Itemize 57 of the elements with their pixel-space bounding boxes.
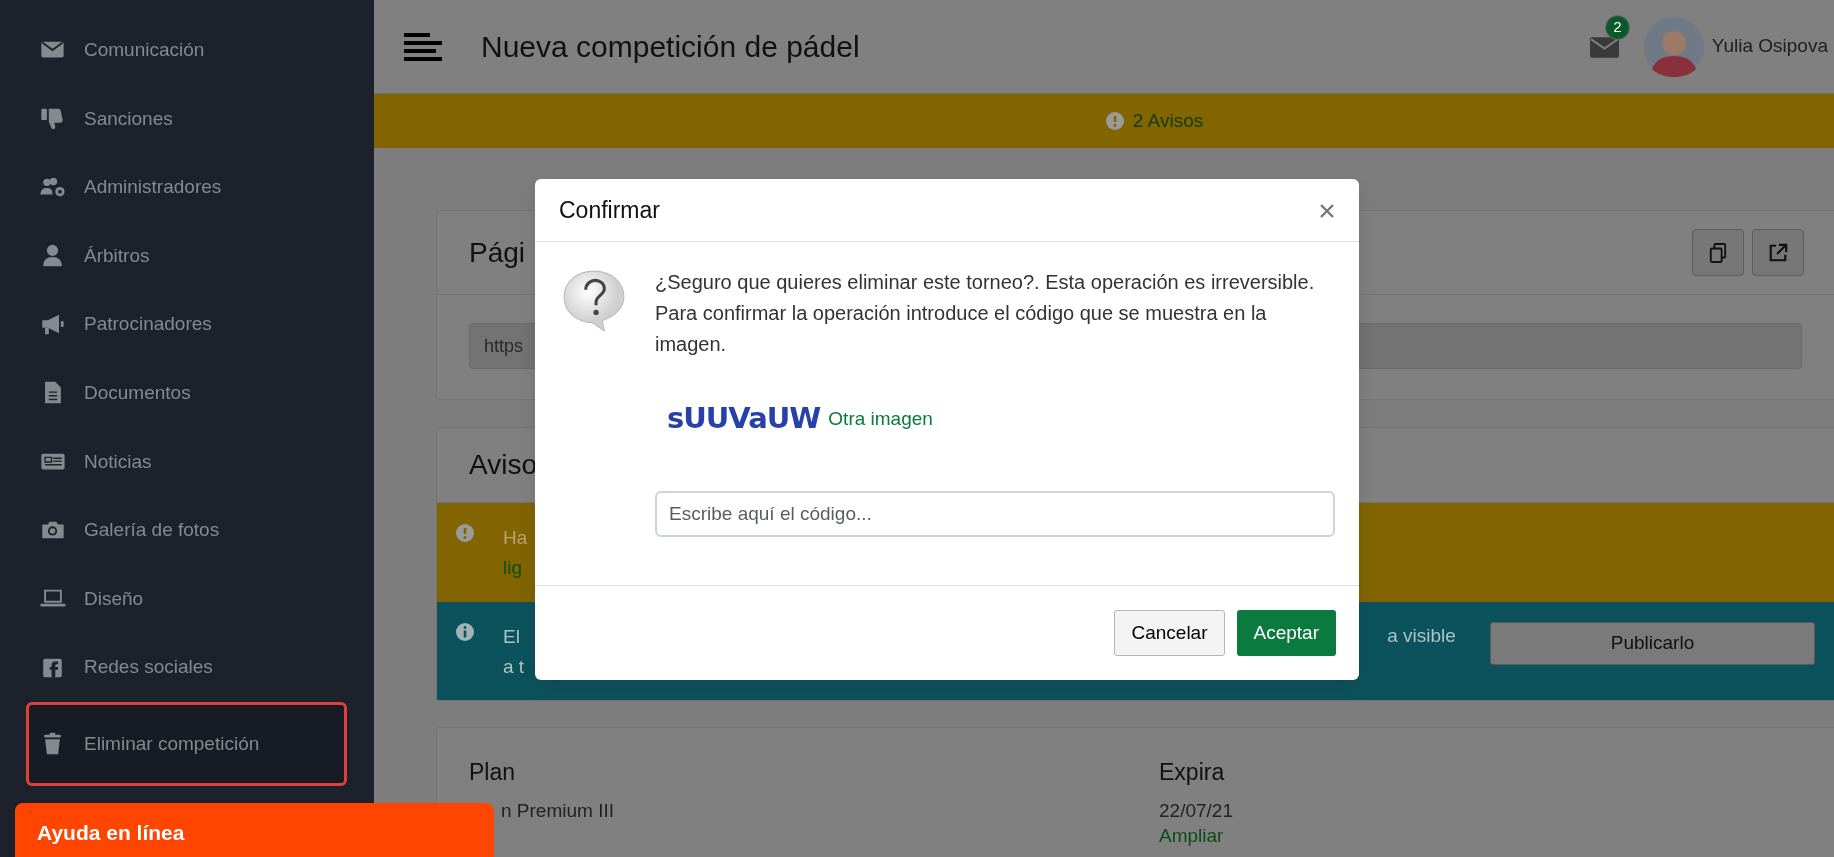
publish-button[interactable]: Publicarlo	[1490, 622, 1815, 665]
card-title: Aviso	[469, 448, 537, 482]
reload-captcha-link[interactable]: Otra imagen	[828, 404, 933, 434]
sidebar-label: Redes sociales	[84, 655, 213, 680]
sidebar-label: Diseño	[84, 586, 144, 611]
alert-text: a visible	[1387, 624, 1456, 648]
open-link-button[interactable]	[1752, 229, 1804, 276]
dialog-title: Confirmar	[559, 195, 660, 225]
sidebar-item[interactable]: Eliminar competición	[26, 701, 347, 786]
copy-button[interactable]	[1692, 229, 1744, 276]
upgrade-link[interactable]: Ampliar	[1159, 824, 1559, 848]
sidebar-item[interactable]: Documentos	[0, 358, 374, 428]
sidebar-item[interactable]: Sanciones	[0, 84, 374, 154]
alert-text: a t	[503, 655, 525, 679]
exclamation-icon	[455, 523, 475, 543]
menu-icon	[404, 30, 442, 63]
sidebar-label: Administradores	[84, 175, 222, 200]
copy-icon	[1709, 242, 1727, 263]
user-name[interactable]: Yulia Osipova	[1711, 32, 1828, 61]
envelope-icon	[1588, 34, 1620, 60]
page-title: Nueva competición de pádel	[481, 29, 860, 65]
external-link-icon	[1768, 242, 1788, 263]
sidebar-label: Documentos	[84, 381, 191, 405]
column-value: n Premium III	[500, 799, 615, 823]
sidebar-label: Sanciones	[84, 106, 173, 131]
sidebar-label: Comunicación	[84, 38, 205, 63]
accept-button[interactable]: Aceptar	[1236, 610, 1336, 656]
dialog-message: ¿Seguro que quieres eliminar este torneo?. Esta operación es irreversible. Para confirmar la operación introduce el código que se muestra en la imagen.	[655, 270, 1316, 357]
column-value: 22/07/21	[1159, 799, 1234, 823]
close-icon	[1319, 202, 1335, 219]
cancel-button[interactable]: Cancelar	[1114, 610, 1225, 656]
exclamation-icon	[1104, 111, 1125, 131]
avatar	[1643, 16, 1704, 77]
sidebar-item[interactable]: Galería de fotos	[0, 496, 374, 565]
sidebar-item[interactable]: Redes sociales	[0, 633, 374, 702]
notification-badge: 2	[1604, 14, 1630, 40]
info-icon	[455, 622, 475, 642]
card-title: Pági	[469, 235, 526, 270]
sidebar-label: Galería de fotos	[84, 518, 220, 543]
sidebar-label: Eliminar competición	[84, 731, 260, 756]
sidebar-item[interactable]: Diseño	[0, 564, 374, 634]
sidebar-label: Noticias	[84, 449, 152, 474]
code-input-field[interactable]: Escribe aquí el código...	[655, 491, 1335, 537]
column-heading: Expira	[1159, 758, 1226, 786]
sidebar-item[interactable]: Noticias	[0, 427, 374, 497]
sidebar-item[interactable]: Árbitros	[0, 221, 374, 291]
sidebar-item[interactable]: Patrocinadores	[0, 290, 374, 359]
column-heading: Plan	[469, 758, 517, 786]
sidebar-label: Patrocinadores	[84, 312, 212, 337]
alert-text: Ha	[503, 526, 528, 550]
captcha-text: sUUVaUW	[667, 400, 821, 438]
sidebar-item[interactable]: Comunicación	[0, 16, 374, 85]
warning-text: 2 Avisos	[1132, 108, 1204, 133]
sidebar-item[interactable]: Administradores	[0, 153, 374, 222]
help-chat-popup[interactable]: Ayuda en línea	[15, 803, 494, 857]
sidebar-label: Árbitros	[84, 243, 150, 268]
alert-text: El	[503, 625, 521, 649]
